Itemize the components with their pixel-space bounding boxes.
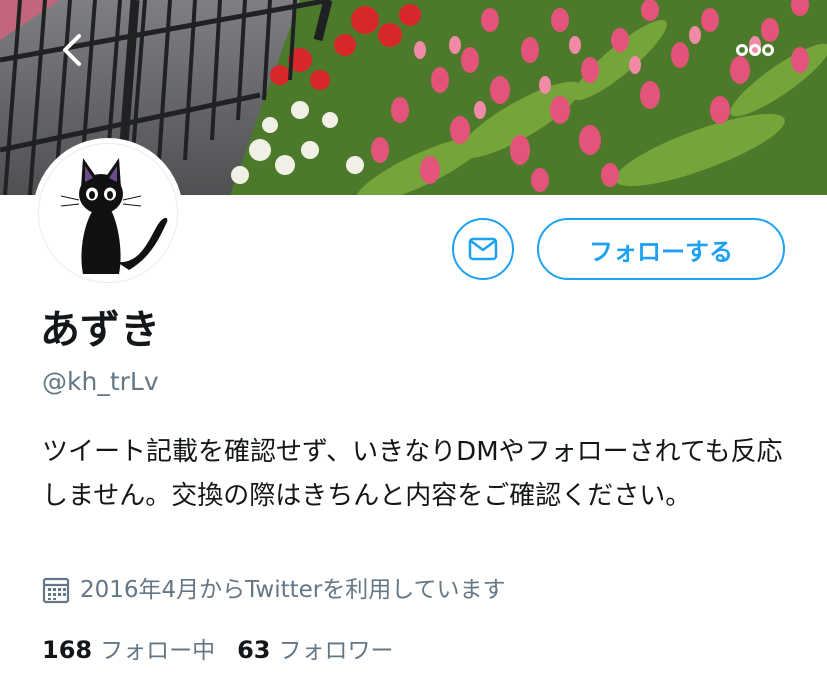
chevron-left-icon xyxy=(63,34,81,66)
back-button[interactable] xyxy=(52,30,92,70)
joined-date: 2016年4月からTwitterを利用しています xyxy=(42,572,506,608)
user-handle: @kh_trLv xyxy=(42,367,159,396)
followers-count: 63 xyxy=(237,636,271,664)
following-label: フォロー中 xyxy=(100,638,216,664)
envelope-icon xyxy=(468,237,498,261)
following-stat[interactable]: 168 フォロー中 xyxy=(42,630,215,671)
direct-message-button[interactable] xyxy=(452,218,514,280)
followers-stat[interactable]: 63 フォロワー xyxy=(237,630,393,671)
display-name: あずき xyxy=(40,307,160,353)
followers-label: フォロワー xyxy=(278,638,394,664)
more-options-button[interactable] xyxy=(732,34,778,66)
more-dots-icon xyxy=(736,44,774,56)
following-count: 168 xyxy=(42,636,93,664)
joined-date-text: 2016年4月からTwitterを利用しています xyxy=(80,577,506,603)
avatar[interactable] xyxy=(38,143,178,283)
follow-stats: 168 フォロー中 63 フォロワー xyxy=(42,630,416,671)
follow-button[interactable]: フォローする xyxy=(537,218,785,280)
profile-bio: ツイート記載を確認せず、いきなりDMやフォローされても反応しません。交換の際はき… xyxy=(42,437,783,511)
calendar-icon xyxy=(42,576,70,604)
black-cat-avatar-image xyxy=(39,144,177,282)
